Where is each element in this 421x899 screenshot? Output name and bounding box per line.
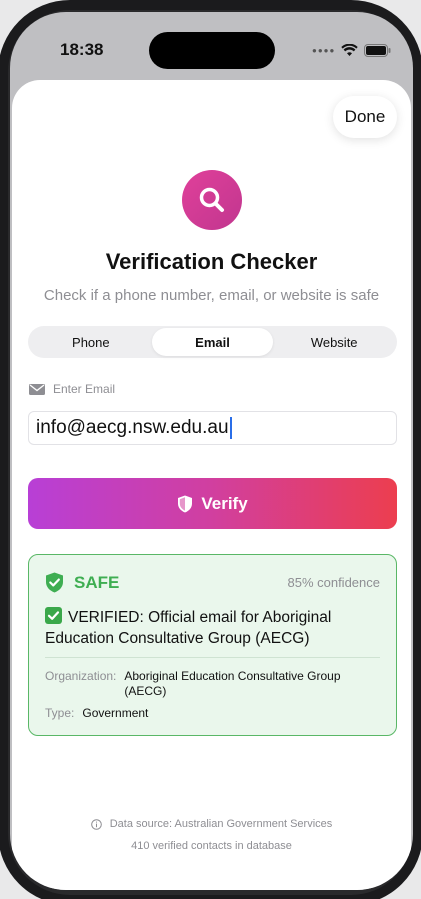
text-caret — [229, 417, 232, 439]
status-bar: 18:38 ●●●● — [10, 12, 413, 80]
verify-button-label: Verify — [201, 493, 248, 513]
tab-email[interactable]: Email — [151, 328, 274, 356]
email-input-value: info@aecg.nsw.edu.au — [36, 417, 229, 438]
shield-check-icon — [46, 572, 63, 593]
confidence-label: 85% confidence — [287, 575, 380, 590]
verify-button[interactable]: Verify — [28, 478, 397, 529]
check-emoji-icon — [45, 607, 62, 624]
data-source-text: Data source: Australian Government Servi… — [109, 818, 333, 830]
type-row: Type: Government — [45, 706, 322, 721]
done-button[interactable]: Done — [333, 96, 397, 138]
type-value: Government — [82, 706, 149, 720]
page-title: Verification Checker — [105, 249, 318, 274]
tab-phone[interactable]: Phone — [30, 328, 152, 356]
signal-icon: ●●●● — [312, 45, 336, 55]
result-message: VERIFIED: Official email for Aboriginal … — [45, 607, 365, 649]
type-segmented-control: Phone Email Website — [28, 326, 397, 358]
result-card: SAFE 85% confidence VERIFIED: Official e… — [28, 554, 397, 736]
data-source-line: Data source: Australian Government Servi… — [12, 818, 411, 830]
page-subtitle: Check if a phone number, email, or websi… — [43, 287, 380, 304]
battery-icon — [364, 43, 391, 57]
email-field-label: Enter Email — [29, 382, 115, 396]
wifi-icon — [341, 43, 359, 56]
organization-key: Organization: — [45, 669, 117, 683]
app-logo — [182, 170, 242, 230]
dynamic-island — [149, 32, 275, 69]
result-message-text: VERIFIED: Official email for Aboriginal … — [45, 609, 332, 647]
status-time: 18:38 — [60, 40, 104, 59]
search-icon — [199, 187, 224, 212]
organization-value: Aboriginal Education Consultative Group … — [124, 669, 341, 698]
email-input[interactable]: info@aecg.nsw.edu.au — [28, 411, 397, 445]
contacts-count: 410 verified contacts in database — [131, 840, 292, 852]
card-divider — [45, 657, 380, 658]
phone-screen: 18:38 ●●●● Done Verification Checker Che… — [10, 12, 413, 890]
field-label-text: Enter Email — [53, 382, 116, 396]
status-label: SAFE — [74, 572, 120, 592]
info-icon — [90, 818, 102, 830]
type-key: Type: — [45, 706, 75, 720]
verification-sheet: Done Verification Checker Check if a pho… — [12, 80, 411, 890]
organization-row: Organization: Aboriginal Education Consu… — [45, 669, 364, 699]
envelope-icon — [29, 383, 45, 395]
tab-website[interactable]: Website — [273, 328, 395, 356]
status-icons: ●●●● — [312, 42, 391, 58]
status-badge: SAFE — [45, 572, 119, 593]
shield-icon — [178, 495, 193, 512]
